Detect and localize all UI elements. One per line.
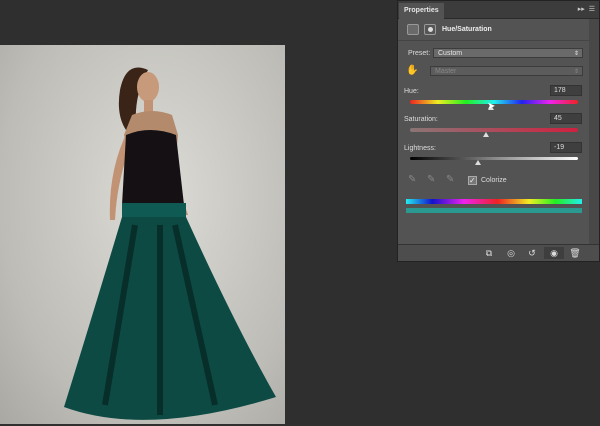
targeted-adjustment-hand-icon[interactable]: ✋ bbox=[406, 65, 418, 76]
lightness-input[interactable]: -19 bbox=[550, 142, 582, 153]
visibility-eye-icon[interactable]: ◉ bbox=[544, 247, 564, 259]
adjustment-header: Hue/Saturation bbox=[398, 19, 590, 41]
panel-tab-bar: Properties ▸▸ ☰ bbox=[398, 1, 599, 19]
colorize-checkbox[interactable]: ✓ bbox=[468, 176, 477, 185]
lightness-slider[interactable] bbox=[410, 157, 578, 160]
lightness-slider-thumb[interactable] bbox=[475, 160, 481, 165]
properties-panel: Properties ▸▸ ☰ Hue/Saturation Preset: C… bbox=[397, 0, 600, 262]
hue-label: Hue: bbox=[404, 88, 419, 95]
view-previous-state-icon[interactable]: ◎ bbox=[504, 247, 518, 259]
delete-trash-icon[interactable]: 🗑 bbox=[568, 247, 582, 259]
panel-menu-icon[interactable]: ▸▸ ☰ bbox=[578, 5, 595, 13]
reset-icon[interactable]: ↺ bbox=[525, 247, 539, 259]
woman-in-teal-gown-image bbox=[64, 67, 276, 420]
panel-footer: ⧉ ◎ ↺ ◉ 🗑 bbox=[398, 244, 599, 261]
eyedropper-plus-icon[interactable]: ✎ bbox=[427, 174, 435, 185]
tab-properties[interactable]: Properties bbox=[399, 3, 444, 19]
panel-scrollbar[interactable] bbox=[589, 19, 599, 244]
input-color-bar bbox=[406, 199, 582, 204]
adjustment-layer-icon[interactable] bbox=[407, 24, 419, 35]
clip-to-layer-icon[interactable]: ⧉ bbox=[482, 247, 496, 259]
lightness-label: Lightness: bbox=[404, 145, 436, 152]
saturation-label: Saturation: bbox=[404, 116, 438, 123]
saturation-slider-thumb[interactable] bbox=[483, 132, 489, 137]
mouse-cursor-icon: ➤ bbox=[487, 101, 496, 112]
preset-dropdown[interactable]: Custom bbox=[433, 48, 583, 58]
eyedropper-icon[interactable]: ✎ bbox=[408, 174, 416, 185]
saturation-slider[interactable] bbox=[410, 128, 578, 132]
hue-input[interactable]: 178 bbox=[550, 85, 582, 96]
canvas-image bbox=[0, 45, 285, 424]
panel-body: Hue/Saturation Preset: Custom ✋ Master H… bbox=[398, 19, 590, 244]
preset-label: Preset: bbox=[408, 50, 431, 57]
saturation-input[interactable]: 45 bbox=[550, 113, 582, 124]
output-color-bar bbox=[406, 208, 582, 213]
layer-mask-icon[interactable] bbox=[424, 24, 436, 35]
colorize-label: Colorize bbox=[481, 177, 507, 184]
channel-dropdown[interactable]: Master bbox=[430, 66, 583, 76]
eyedropper-minus-icon[interactable]: ✎ bbox=[446, 174, 454, 185]
adjustment-title: Hue/Saturation bbox=[442, 26, 492, 33]
